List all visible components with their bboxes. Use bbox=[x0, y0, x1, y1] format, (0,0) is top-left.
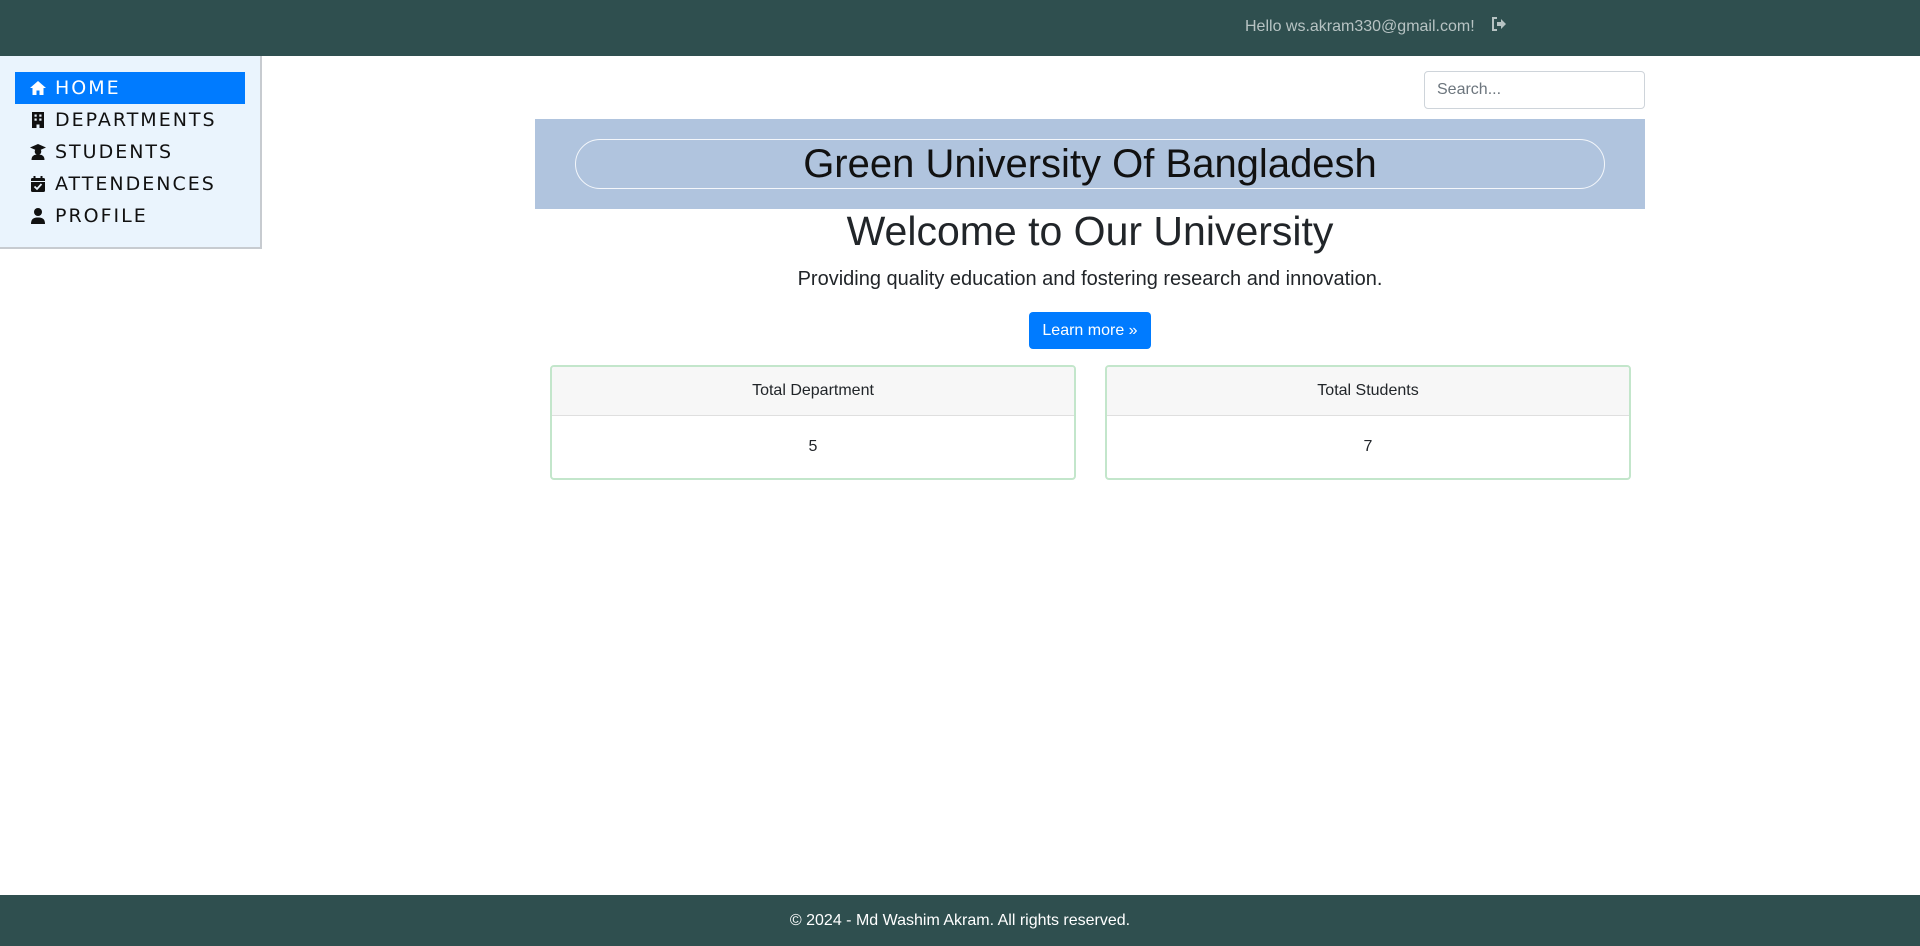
sidebar-item-departments[interactable]: DEPARTMENTS bbox=[15, 104, 245, 136]
sidebar-item-label: DEPARTMENTS bbox=[55, 109, 217, 131]
sidebar-item-students[interactable]: STUDENTS bbox=[15, 136, 245, 168]
sidebar: HOME DEPARTMENTS STUDENTS ATTENDENCES PR… bbox=[0, 56, 262, 249]
card-header: Total Department bbox=[552, 367, 1074, 416]
total-department-card: Total Department 5 bbox=[550, 365, 1076, 480]
sidebar-item-label: ATTENDENCES bbox=[55, 173, 216, 195]
university-title: Green University Of Bangladesh bbox=[803, 141, 1377, 186]
welcome-heading: Welcome to Our University bbox=[846, 208, 1334, 254]
user-greeting: Hello ws.akram330@gmail.com! bbox=[1245, 18, 1475, 35]
sidebar-item-label: PROFILE bbox=[55, 205, 148, 227]
sidebar-item-home[interactable]: HOME bbox=[15, 72, 245, 104]
footer: © 2024 - Md Washim Akram. All rights res… bbox=[0, 895, 1920, 946]
building-icon bbox=[32, 112, 44, 128]
learn-more-button[interactable]: Learn more » bbox=[1029, 312, 1151, 349]
card-value: 7 bbox=[1363, 438, 1373, 455]
banner-pill: Green University Of Bangladesh bbox=[575, 139, 1605, 189]
total-students-card: Total Students 7 bbox=[1105, 365, 1631, 480]
welcome-tagline: Providing quality education and fosterin… bbox=[797, 268, 1383, 290]
student-icon bbox=[30, 144, 46, 160]
sidebar-item-profile[interactable]: PROFILE bbox=[15, 200, 245, 232]
search-input[interactable] bbox=[1424, 71, 1645, 109]
calendar-check-icon bbox=[31, 176, 45, 192]
top-navbar: Hello ws.akram330@gmail.com! bbox=[0, 0, 1920, 56]
card-value: 5 bbox=[808, 438, 818, 455]
sidebar-item-label: HOME bbox=[55, 77, 121, 99]
sidebar-item-label: STUDENTS bbox=[55, 141, 174, 163]
user-icon bbox=[31, 208, 45, 224]
footer-copyright: © 2024 - Md Washim Akram. All rights res… bbox=[789, 911, 1131, 929]
university-banner: Green University Of Bangladesh bbox=[535, 119, 1645, 209]
sign-out-icon[interactable] bbox=[1490, 15, 1508, 33]
sidebar-item-attendences[interactable]: ATTENDENCES bbox=[15, 168, 245, 200]
card-header: Total Students bbox=[1107, 367, 1629, 416]
home-icon bbox=[30, 81, 46, 95]
